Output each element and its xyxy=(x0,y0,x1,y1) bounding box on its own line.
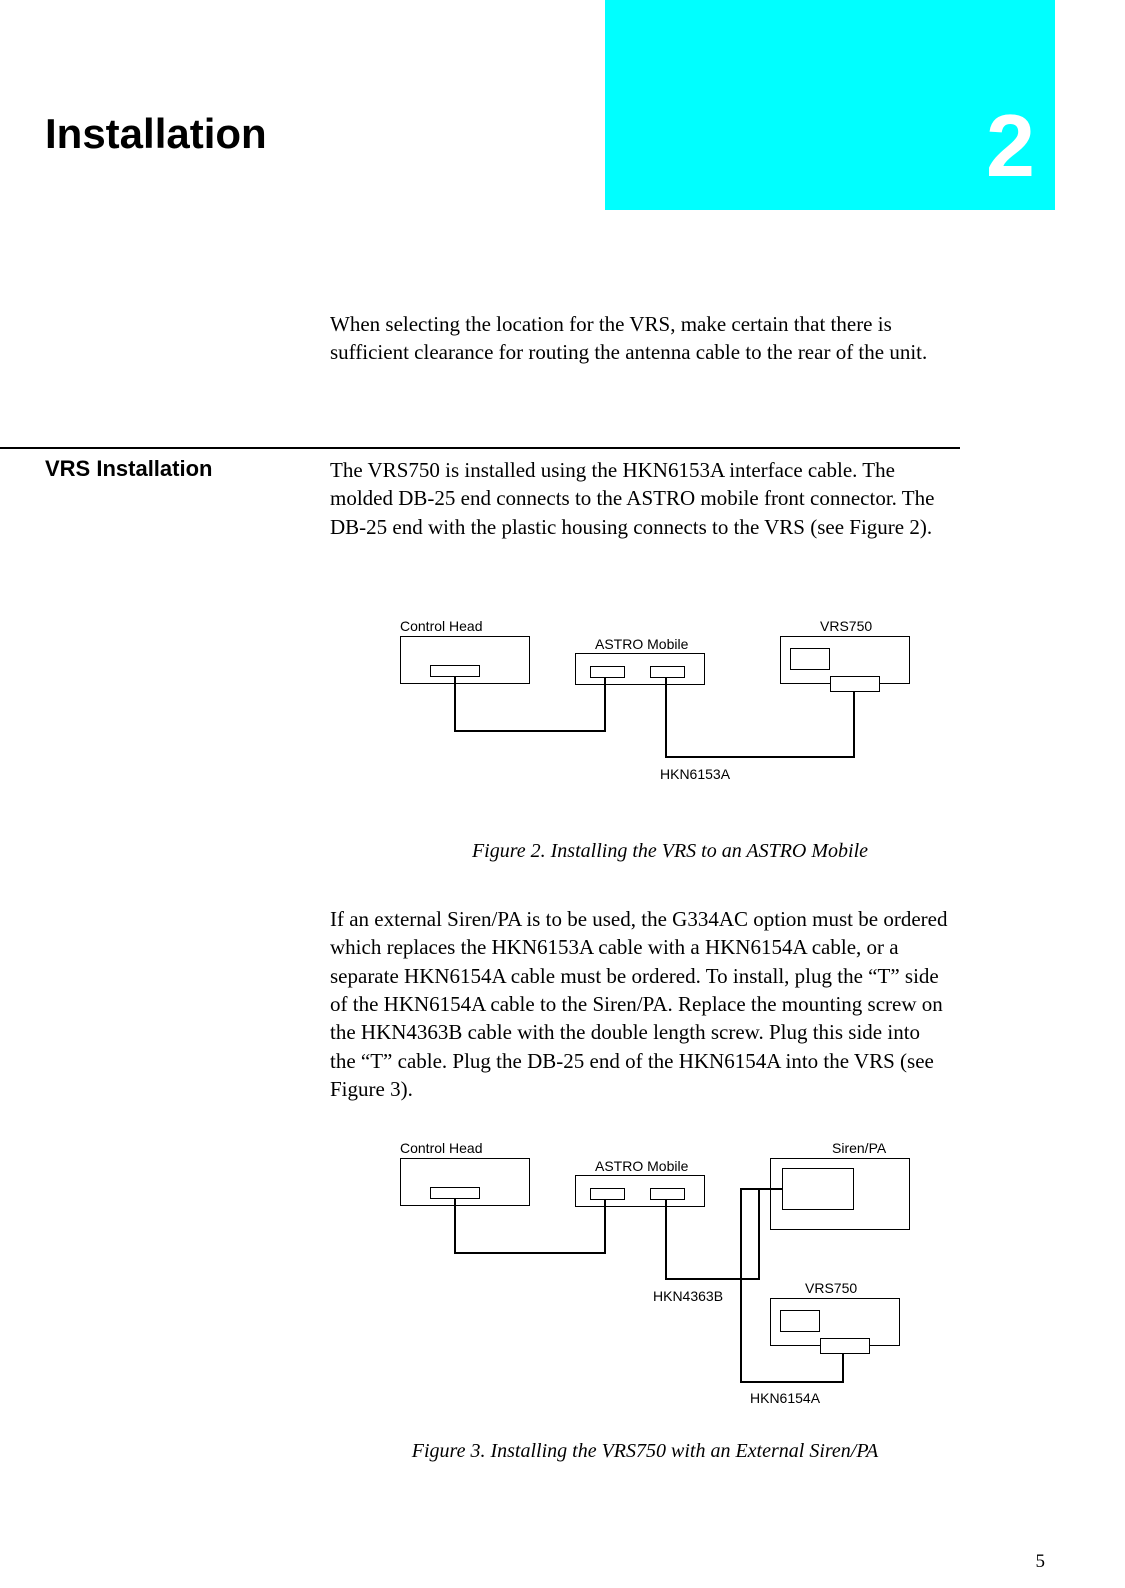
figure-2-caption: Figure 2. Installing the VRS to an ASTRO… xyxy=(420,840,920,863)
wire xyxy=(454,1199,456,1254)
control-head-port xyxy=(430,1187,480,1199)
label-cable-hkn6154a: HKN6154A xyxy=(750,1390,820,1406)
label-control-head: Control Head xyxy=(400,618,483,634)
wire xyxy=(454,677,456,732)
vrs-port-1 xyxy=(780,1310,820,1332)
vrs-port-2 xyxy=(820,1338,870,1354)
wire xyxy=(454,730,606,732)
section-para-2: If an external Siren/PA is to be used, t… xyxy=(330,905,950,1103)
figure-2-diagram: Control Head ASTRO Mobile VRS750 HKN6153… xyxy=(400,618,940,868)
astro-port-1 xyxy=(590,666,625,678)
control-head-port xyxy=(430,665,480,677)
astro-port-1 xyxy=(590,1188,625,1200)
label-cable-hkn6153a: HKN6153A xyxy=(660,766,730,782)
section-para-1: The VRS750 is installed using the HKN615… xyxy=(330,456,950,541)
intro-paragraph: When selecting the location for the VRS,… xyxy=(330,310,950,367)
section-divider xyxy=(0,447,960,449)
wire xyxy=(740,1188,742,1383)
astro-port-2 xyxy=(650,666,685,678)
wire xyxy=(604,1200,606,1254)
wire xyxy=(665,678,667,758)
label-cable-hkn4363b: HKN4363B xyxy=(653,1288,723,1304)
wire xyxy=(758,1188,760,1280)
label-astro-mobile: ASTRO Mobile xyxy=(595,1158,688,1174)
wire xyxy=(853,692,855,758)
wire xyxy=(454,1252,606,1254)
figure-3-caption: Figure 3. Installing the VRS750 with an … xyxy=(365,1440,925,1463)
astro-port-2 xyxy=(650,1188,685,1200)
label-control-head: Control Head xyxy=(400,1140,483,1156)
wire xyxy=(665,1278,760,1280)
wire xyxy=(842,1354,844,1383)
label-vrs750: VRS750 xyxy=(805,1280,857,1296)
wire xyxy=(604,678,606,732)
chapter-title: Installation xyxy=(45,110,267,158)
wire xyxy=(740,1381,844,1383)
figure-3-diagram: Control Head ASTRO Mobile Siren/PA VRS75… xyxy=(400,1140,940,1480)
section-heading: VRS Installation xyxy=(45,456,212,482)
label-vrs750: VRS750 xyxy=(820,618,872,634)
vrs-port-2 xyxy=(830,676,880,692)
wire xyxy=(665,756,855,758)
wire xyxy=(665,1200,667,1280)
chapter-number: 2 xyxy=(986,95,1035,197)
siren-port xyxy=(782,1168,854,1210)
label-siren-pa: Siren/PA xyxy=(832,1140,886,1156)
page-number: 5 xyxy=(1036,1551,1046,1573)
vrs-port-1 xyxy=(790,648,830,670)
wire xyxy=(740,1188,782,1190)
label-astro-mobile: ASTRO Mobile xyxy=(595,636,688,652)
